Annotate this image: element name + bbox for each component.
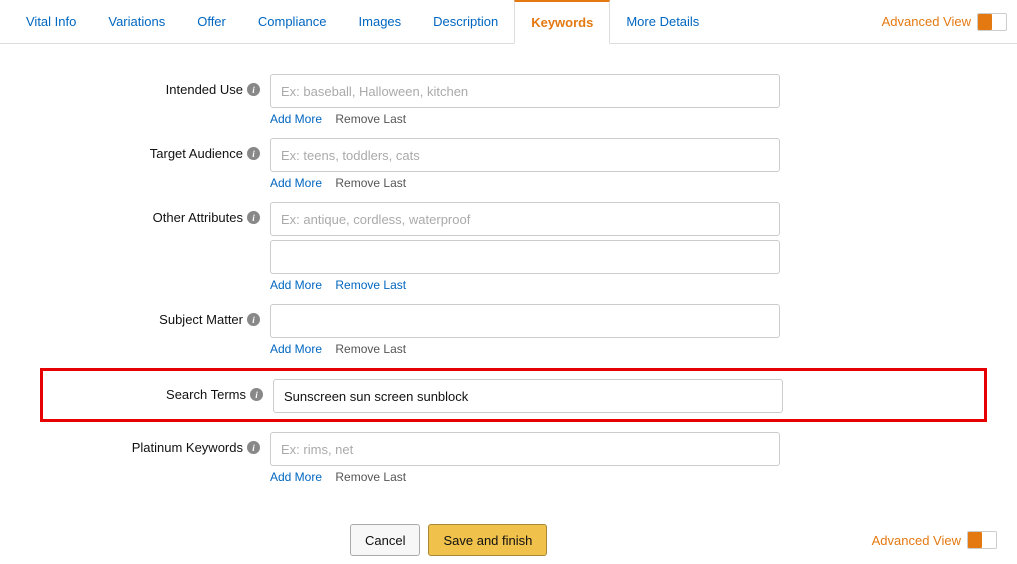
label-subject-matter: Subject Matter i	[90, 304, 270, 327]
tab-vital-info[interactable]: Vital Info	[10, 0, 92, 44]
input-other-attributes-1[interactable]	[270, 202, 780, 236]
save-button[interactable]: Save and finish	[428, 524, 547, 556]
input-search-terms[interactable]	[273, 379, 783, 413]
tab-variations[interactable]: Variations	[92, 0, 181, 44]
add-more-link[interactable]: Add More	[270, 278, 322, 292]
info-icon[interactable]: i	[247, 313, 260, 326]
remove-last-link[interactable]: Remove Last	[335, 112, 406, 126]
row-subject-matter: Subject Matter i Add More Remove Last	[90, 304, 927, 362]
cancel-button[interactable]: Cancel	[350, 524, 420, 556]
input-intended-use[interactable]	[270, 74, 780, 108]
remove-last-link[interactable]: Remove Last	[335, 470, 406, 484]
tab-more-details[interactable]: More Details	[610, 0, 715, 44]
label-other-attributes: Other Attributes i	[90, 202, 270, 225]
info-icon[interactable]: i	[247, 211, 260, 224]
tab-images[interactable]: Images	[343, 0, 418, 44]
input-subject-matter[interactable]	[270, 304, 780, 338]
tab-description[interactable]: Description	[417, 0, 514, 44]
bottom-bar: Cancel Save and finish Advanced View	[0, 516, 1017, 564]
label-target-audience: Target Audience i	[90, 138, 270, 161]
input-other-attributes-2[interactable]	[270, 240, 780, 274]
row-platinum-keywords: Platinum Keywords i Add More Remove Last	[90, 432, 927, 490]
tab-compliance[interactable]: Compliance	[242, 0, 343, 44]
row-intended-use: Intended Use i Add More Remove Last	[90, 74, 927, 132]
row-other-attributes: Other Attributes i Add More Remove Last	[90, 202, 927, 298]
info-icon[interactable]: i	[247, 83, 260, 96]
advanced-view-toggle[interactable]	[977, 13, 1007, 31]
advanced-view-top: Advanced View	[882, 13, 1007, 31]
advanced-view-toggle[interactable]	[967, 531, 997, 549]
add-more-link[interactable]: Add More	[270, 176, 322, 190]
add-more-link[interactable]: Add More	[270, 342, 322, 356]
add-more-link[interactable]: Add More	[270, 112, 322, 126]
advanced-view-label: Advanced View	[872, 533, 961, 548]
info-icon[interactable]: i	[247, 441, 260, 454]
add-more-link[interactable]: Add More	[270, 470, 322, 484]
label-intended-use: Intended Use i	[90, 74, 270, 97]
tabs-bar: Vital Info Variations Offer Compliance I…	[0, 0, 1017, 44]
advanced-view-label: Advanced View	[882, 14, 971, 29]
row-target-audience: Target Audience i Add More Remove Last	[90, 138, 927, 196]
row-search-terms: Search Terms i	[40, 368, 987, 422]
advanced-view-bottom: Advanced View	[872, 531, 997, 549]
info-icon[interactable]: i	[247, 147, 260, 160]
remove-last-link[interactable]: Remove Last	[335, 278, 406, 292]
remove-last-link[interactable]: Remove Last	[335, 176, 406, 190]
label-search-terms: Search Terms i	[53, 379, 273, 402]
input-target-audience[interactable]	[270, 138, 780, 172]
info-icon[interactable]: i	[250, 388, 263, 401]
input-platinum-keywords[interactable]	[270, 432, 780, 466]
tab-offer[interactable]: Offer	[181, 0, 242, 44]
keywords-form: Intended Use i Add More Remove Last Targ…	[0, 44, 1017, 516]
label-platinum-keywords: Platinum Keywords i	[90, 432, 270, 455]
tab-keywords[interactable]: Keywords	[514, 0, 610, 44]
remove-last-link[interactable]: Remove Last	[335, 342, 406, 356]
